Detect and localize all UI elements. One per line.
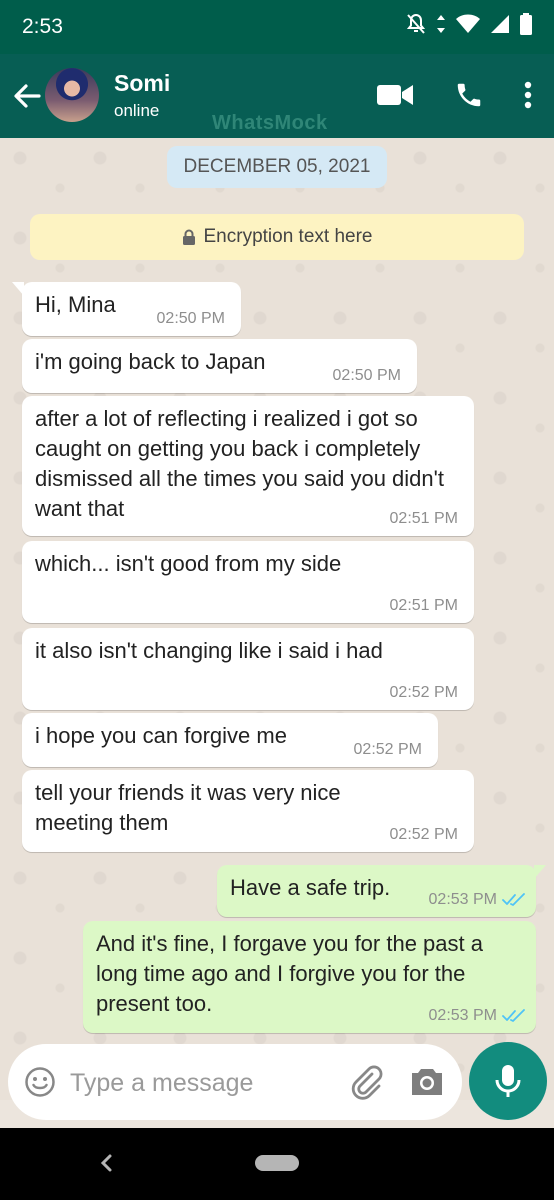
message-text: after a lot of reflecting i realized i g… bbox=[35, 406, 444, 521]
message-bubble-incoming[interactable]: which... isn't good from my side 02:51 P… bbox=[22, 541, 474, 623]
video-call-icon bbox=[377, 85, 413, 105]
nav-home-pill[interactable] bbox=[255, 1155, 299, 1171]
message-text: Have a safe trip. bbox=[230, 875, 391, 900]
chat-area[interactable]: DECEMBER 05, 2021 Encryption text here H… bbox=[0, 138, 554, 1100]
message-bubble-outgoing[interactable]: And it's fine, I forgave you for the pas… bbox=[83, 921, 536, 1033]
contact-name[interactable]: Somi bbox=[114, 70, 170, 97]
message-bubble-incoming[interactable]: Hi, Mina 02:50 PM bbox=[12, 282, 241, 336]
date-chip: DECEMBER 05, 2021 bbox=[167, 146, 387, 188]
paperclip-icon bbox=[351, 1065, 383, 1100]
header-actions bbox=[376, 80, 532, 110]
message-text: i'm going back to Japan bbox=[35, 349, 266, 374]
lock-icon bbox=[182, 229, 195, 245]
encryption-text: Encryption text here bbox=[203, 226, 373, 247]
message-time: 02:53 PM bbox=[429, 891, 526, 909]
chevron-left-icon bbox=[100, 1154, 112, 1172]
encryption-notice[interactable]: Encryption text here bbox=[30, 214, 524, 260]
message-text: it also isn't changing like i said i had bbox=[35, 638, 383, 663]
camera-icon bbox=[412, 1069, 442, 1095]
double-check-icon bbox=[502, 1009, 525, 1022]
contact-status: online bbox=[114, 101, 160, 120]
message-time: 02:51 PM bbox=[389, 597, 458, 614]
emoji-button[interactable] bbox=[24, 1066, 56, 1103]
message-time: 02:50 PM bbox=[156, 310, 225, 327]
message-text: Hi, Mina bbox=[35, 292, 116, 317]
notifications-off-icon bbox=[406, 13, 426, 35]
voice-call-button[interactable] bbox=[454, 80, 484, 110]
status-icons bbox=[406, 13, 532, 35]
message-bubble-incoming[interactable]: i hope you can forgive me 02:52 PM bbox=[22, 713, 438, 767]
message-time: 02:52 PM bbox=[389, 826, 458, 843]
battery-icon bbox=[520, 13, 532, 35]
watermark: WhatsMock bbox=[212, 112, 328, 134]
message-composer bbox=[8, 1044, 462, 1120]
message-time: 02:50 PM bbox=[332, 367, 401, 384]
attach-button[interactable] bbox=[348, 1064, 384, 1105]
message-bubble-incoming[interactable]: i'm going back to Japan 02:50 PM bbox=[22, 339, 417, 393]
message-time: 02:52 PM bbox=[389, 684, 458, 701]
camera-button[interactable] bbox=[410, 1065, 444, 1102]
emoji-icon bbox=[25, 1067, 55, 1097]
voice-message-button[interactable] bbox=[469, 1042, 547, 1120]
arrow-back-icon bbox=[14, 84, 41, 108]
data-arrows-icon bbox=[436, 14, 446, 34]
video-call-button[interactable] bbox=[376, 82, 414, 108]
message-text: And it's fine, I forgave you for the pas… bbox=[96, 931, 483, 1016]
bubble-tail bbox=[534, 865, 546, 879]
message-bubble-outgoing[interactable]: Have a safe trip. 02:53 PM bbox=[217, 865, 546, 917]
more-options-button[interactable] bbox=[524, 81, 532, 109]
message-text: tell your friends it was very nice meeti… bbox=[35, 780, 341, 835]
status-time: 2:53 bbox=[22, 15, 63, 38]
nav-back-button[interactable] bbox=[96, 1150, 116, 1181]
phone-icon bbox=[457, 83, 481, 107]
bubble-tail bbox=[12, 282, 24, 296]
microphone-icon bbox=[495, 1065, 521, 1097]
message-text: i hope you can forgive me bbox=[35, 723, 287, 748]
contact-avatar[interactable] bbox=[45, 68, 99, 122]
back-button[interactable] bbox=[10, 78, 44, 114]
status-bar: 2:53 bbox=[0, 0, 554, 54]
message-time: 02:52 PM bbox=[353, 741, 422, 758]
message-bubble-incoming[interactable]: tell your friends it was very nice meeti… bbox=[22, 770, 474, 852]
cell-signal-icon bbox=[490, 14, 510, 34]
chat-header: Somi online WhatsMock bbox=[0, 54, 554, 138]
message-bubble-incoming[interactable]: after a lot of reflecting i realized i g… bbox=[22, 396, 474, 536]
message-text: which... isn't good from my side bbox=[35, 551, 342, 576]
wifi-icon bbox=[456, 14, 480, 34]
message-time: 02:53 PM bbox=[429, 1007, 526, 1025]
message-bubble-incoming[interactable]: it also isn't changing like i said i had… bbox=[22, 628, 474, 710]
message-input[interactable] bbox=[68, 1058, 342, 1108]
message-time: 02:51 PM bbox=[389, 510, 458, 527]
more-vert-icon bbox=[524, 81, 532, 109]
system-nav-bar bbox=[0, 1128, 554, 1200]
double-check-icon bbox=[502, 893, 525, 906]
